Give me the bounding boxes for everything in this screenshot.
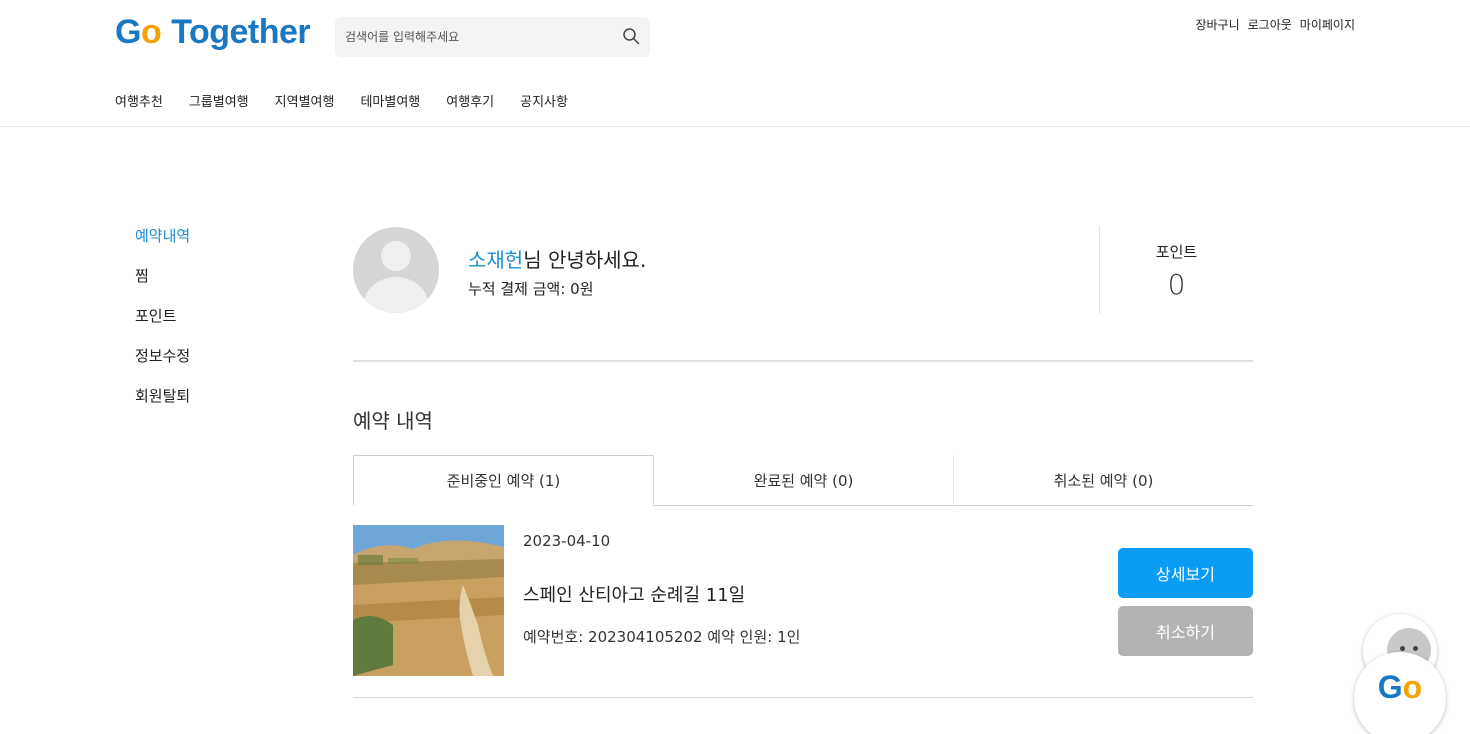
nav-item-review[interactable]: 여행후기: [446, 91, 494, 110]
reservation-info: 예약번호: 202304105202 예약 인원: 1인: [523, 628, 801, 646]
total-payment: 누적 결제 금액: 0원: [468, 280, 594, 298]
nav-item-notice[interactable]: 공지사항: [520, 91, 568, 110]
chatbot-logo-o: o: [1402, 668, 1423, 705]
tab-completed[interactable]: 완료된 예약 (0): [654, 455, 954, 505]
nav-item-group[interactable]: 그룹별여행: [189, 91, 249, 110]
avatar-body-shape: [363, 277, 429, 313]
greeting-suffix: 님 안녕하세요.: [523, 248, 647, 272]
logout-link[interactable]: 로그아웃: [1248, 16, 1292, 33]
avatar-head-shape: [381, 241, 411, 271]
nav-item-theme[interactable]: 테마별여행: [360, 91, 420, 110]
top-menu: 장바구니 로그아웃 마이페이지: [1195, 16, 1355, 33]
chatbot-logo-g: G: [1377, 668, 1403, 705]
greeting: 소재헌님 안녕하세요.: [468, 244, 646, 273]
logo-letter-o: o: [140, 12, 162, 51]
logo-letter-g: G: [115, 12, 141, 51]
cart-link[interactable]: 장바구니: [1195, 16, 1239, 33]
reservation-tabs: 준비중인 예약 (1) 완료된 예약 (0) 취소된 예약 (0): [353, 455, 1253, 506]
robot-eye-left: [1400, 646, 1405, 651]
user-name: 소재헌: [468, 248, 524, 272]
chatbot-widget[interactable]: Go: [1354, 614, 1446, 734]
main-nav: 여행추천 그룹별여행 지역별여행 테마별여행 여행후기 공지사항: [115, 91, 568, 110]
search-input[interactable]: [335, 17, 605, 57]
logo-text: Together: [171, 12, 311, 51]
search-box: [335, 17, 650, 57]
nav-item-region[interactable]: 지역별여행: [275, 91, 335, 110]
tour-thumbnail[interactable]: [353, 525, 504, 676]
sidebar-item-points[interactable]: 포인트: [135, 306, 190, 326]
sidebar-item-wishlist[interactable]: 찜: [135, 266, 190, 286]
sidebar-item-edit-info[interactable]: 정보수정: [135, 346, 190, 366]
reservation-section-title: 예약 내역: [353, 409, 433, 433]
search-icon[interactable]: [622, 27, 640, 45]
reservation-divider: [353, 697, 1253, 698]
cancel-button[interactable]: 취소하기: [1118, 606, 1253, 656]
go-together-logo[interactable]: Go Together: [115, 12, 311, 52]
sidebar-item-reservations[interactable]: 예약내역: [135, 226, 190, 246]
nav-item-recommend[interactable]: 여행추천: [115, 91, 163, 110]
sidebar-item-withdraw[interactable]: 회원탈퇴: [135, 386, 190, 406]
avatar: [353, 227, 439, 313]
mypage-sidebar: 예약내역 찜 포인트 정보수정 회원탈퇴: [135, 226, 190, 406]
robot-eye-right: [1413, 646, 1418, 651]
reservation-title[interactable]: 스페인 산티아고 순례길 11일: [523, 581, 745, 607]
tab-cancelled[interactable]: 취소된 예약 (0): [954, 455, 1253, 505]
point-value: 0: [1167, 268, 1186, 301]
profile-divider: [353, 360, 1253, 362]
chatbot-button[interactable]: Go: [1354, 652, 1446, 734]
reservation-date: 2023-04-10: [523, 532, 611, 550]
site-header: GoTogether 장바구니 로그아웃 마이페이지 여행추천 그룹별여행 지역…: [0, 0, 1470, 127]
detail-button[interactable]: 상세보기: [1118, 548, 1253, 598]
point-label: 포인트: [1155, 243, 1198, 261]
tab-pending[interactable]: 준비중인 예약 (1): [353, 455, 654, 506]
mypage-link[interactable]: 마이페이지: [1300, 16, 1355, 33]
